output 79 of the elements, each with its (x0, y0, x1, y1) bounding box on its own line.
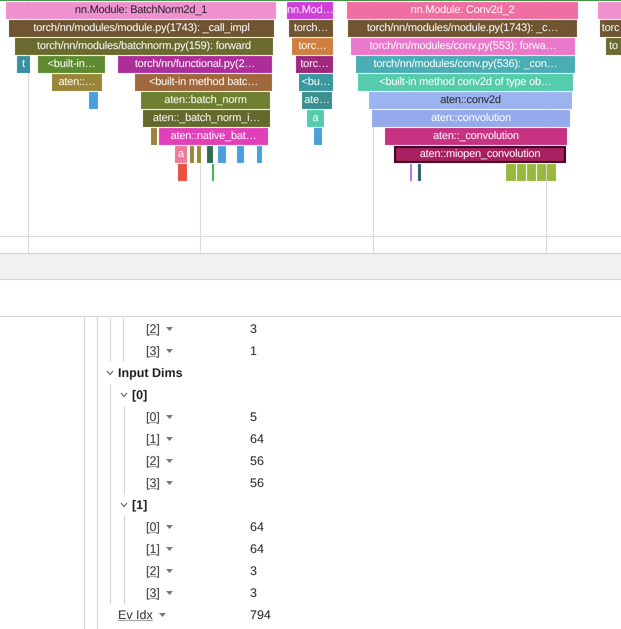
group-label[interactable]: Input Dims (118, 366, 183, 380)
flame-slice[interactable] (314, 128, 322, 145)
property-value: 56 (250, 476, 264, 490)
caret-icon[interactable] (166, 569, 173, 573)
flame-slice[interactable]: nn.Module: BatchNorm2d_1 (6, 2, 276, 19)
flame-slice[interactable]: aten::native_bat… (159, 128, 268, 145)
flame-slice[interactable] (151, 128, 157, 145)
flame-slice[interactable]: aten::_batch_norm_i… (143, 110, 270, 127)
caret-icon[interactable] (166, 437, 173, 441)
flame-slice[interactable]: aten::batch_norm (141, 92, 270, 109)
caret-icon[interactable] (166, 481, 173, 485)
property-key[interactable]: [0] (146, 410, 160, 424)
property-key[interactable]: [3] (146, 476, 160, 490)
caret-icon[interactable] (166, 591, 173, 595)
property-value: 64 (250, 520, 264, 534)
property-value: 794 (250, 608, 271, 622)
property-key[interactable]: [2] (146, 564, 160, 578)
flame-slice[interactable]: <bu… (299, 74, 333, 91)
property-key[interactable]: [3] (146, 586, 160, 600)
flame-slice[interactable]: torch/nn/modules/module.py(1743): _call_impl (9, 20, 274, 37)
caret-icon[interactable] (166, 547, 173, 551)
flame-slice[interactable] (598, 2, 621, 19)
chevron-down-icon[interactable] (106, 370, 114, 376)
flame-slice[interactable]: ate… (302, 92, 332, 109)
flame-slice[interactable] (218, 146, 226, 163)
flame-slice[interactable]: aten::_convolution (385, 128, 567, 145)
flame-slice[interactable]: aten::miopen_convolution (394, 146, 566, 163)
flame-slice[interactable]: to (606, 38, 621, 55)
property-value: 64 (250, 542, 264, 556)
flame-slice[interactable]: torc… (296, 56, 333, 73)
property-key[interactable]: [1] (146, 432, 160, 446)
group-label[interactable]: [0] (132, 388, 148, 402)
flame-slice[interactable]: nn.Mod… (287, 2, 333, 19)
chevron-down-icon[interactable] (120, 502, 128, 508)
property-value: 5 (250, 410, 257, 424)
flame-slice[interactable] (207, 146, 213, 163)
property-value: 3 (250, 586, 257, 600)
flame-slice[interactable] (89, 92, 98, 109)
flame-slice[interactable] (527, 164, 536, 181)
property-key[interactable]: [2] (146, 454, 160, 468)
flame-slice[interactable] (547, 164, 556, 181)
flame-slice[interactable] (178, 164, 187, 181)
property-value: 1 (250, 344, 257, 358)
flame-slice[interactable] (197, 146, 201, 163)
property-value: 64 (250, 432, 264, 446)
flame-slice[interactable]: torc (600, 20, 621, 37)
flame-slice[interactable]: aten::… (52, 74, 102, 91)
panel-header-bar[interactable] (0, 254, 621, 280)
caret-icon[interactable] (166, 525, 173, 529)
flame-slice[interactable]: aten::conv2d (369, 92, 572, 109)
flame-slice[interactable]: t (17, 56, 30, 73)
caret-icon[interactable] (166, 349, 173, 353)
property-key[interactable]: [1] (146, 542, 160, 556)
flame-slice[interactable]: torch/nn/functional.py(2… (118, 56, 272, 73)
flame-slice[interactable] (257, 146, 262, 163)
flame-slice[interactable] (506, 164, 516, 181)
caret-icon[interactable] (166, 327, 173, 331)
group-label[interactable]: [1] (132, 498, 148, 512)
caret-icon[interactable] (166, 415, 173, 419)
flame-slice[interactable] (418, 164, 421, 181)
caret-icon[interactable] (166, 459, 173, 463)
flame-slice[interactable]: torch/nn/modules/module.py(1743): _c… (348, 20, 577, 37)
property-value: 3 (250, 564, 257, 578)
flame-slice[interactable] (537, 164, 546, 181)
chevron-down-icon[interactable] (120, 392, 128, 398)
caret-icon[interactable] (158, 613, 166, 617)
property-key[interactable]: Ev Idx (118, 608, 153, 622)
property-value: 3 (250, 322, 257, 336)
flame-slice[interactable]: <built-in method batc… (135, 74, 272, 91)
flame-slice[interactable] (190, 146, 194, 163)
property-key[interactable]: [3] (146, 344, 160, 358)
flame-slice[interactable]: torch… (289, 20, 333, 37)
flame-slice[interactable] (517, 164, 526, 181)
property-key[interactable]: [2] (146, 322, 160, 336)
property-key[interactable]: [0] (146, 520, 160, 534)
flame-slice[interactable]: <built-in… (38, 56, 105, 73)
flame-slice[interactable]: torch/nn/modules/batchnorm.py(159): forward (15, 38, 273, 55)
flame-slice[interactable] (237, 146, 244, 163)
property-value: 56 (250, 454, 264, 468)
